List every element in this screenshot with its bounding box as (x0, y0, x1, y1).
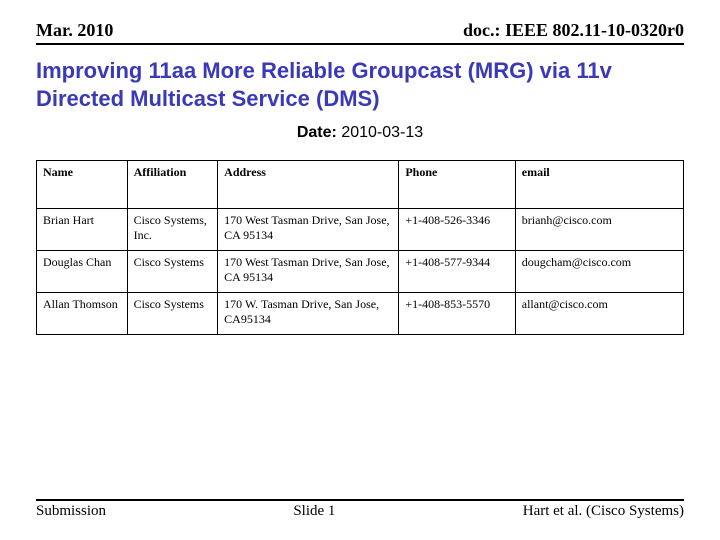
date-value: 2010-03-13 (341, 124, 423, 141)
cell-phone: +1-408-526-3346 (399, 209, 515, 251)
cell-phone: +1-408-577-9344 (399, 251, 515, 293)
footer: Submission Slide 1 Hart et al. (Cisco Sy… (36, 499, 684, 520)
table-header-row: Name Affiliation Address Phone email (37, 161, 684, 209)
table-row: Douglas Chan Cisco Systems 170 West Tasm… (37, 251, 684, 293)
cell-email: allant@cisco.com (515, 293, 683, 335)
cell-affiliation: Cisco Systems, Inc. (127, 209, 218, 251)
cell-address: 170 West Tasman Drive, San Jose, CA 9513… (218, 209, 399, 251)
document-id: doc.: IEEE 802.11-10-0320r0 (463, 20, 684, 41)
cell-affiliation: Cisco Systems (127, 293, 218, 335)
footer-center: Slide 1 (293, 503, 335, 520)
col-address: Address (218, 161, 399, 209)
date-label: Date: (297, 124, 337, 141)
header-date: Mar. 2010 (36, 20, 113, 41)
cell-name: Douglas Chan (37, 251, 128, 293)
footer-left: Submission (36, 503, 106, 520)
cell-address: 170 West Tasman Drive, San Jose, CA 9513… (218, 251, 399, 293)
footer-right: Hart et al. (Cisco Systems) (523, 503, 684, 520)
table-row: Brian Hart Cisco Systems, Inc. 170 West … (37, 209, 684, 251)
col-email: email (515, 161, 683, 209)
table-row: Allan Thomson Cisco Systems 170 W. Tasma… (37, 293, 684, 335)
cell-phone: +1-408-853-5570 (399, 293, 515, 335)
date-line: Date: 2010-03-13 (36, 124, 684, 142)
page-title: Improving 11aa More Reliable Groupcast (… (36, 57, 684, 112)
header: Mar. 2010 doc.: IEEE 802.11-10-0320r0 (36, 20, 684, 45)
cell-name: Brian Hart (37, 209, 128, 251)
cell-address: 170 W. Tasman Drive, San Jose, CA95134 (218, 293, 399, 335)
col-phone: Phone (399, 161, 515, 209)
cell-name: Allan Thomson (37, 293, 128, 335)
authors-table: Name Affiliation Address Phone email Bri… (36, 160, 684, 335)
col-name: Name (37, 161, 128, 209)
cell-email: brianh@cisco.com (515, 209, 683, 251)
cell-email: dougcham@cisco.com (515, 251, 683, 293)
col-affiliation: Affiliation (127, 161, 218, 209)
cell-affiliation: Cisco Systems (127, 251, 218, 293)
